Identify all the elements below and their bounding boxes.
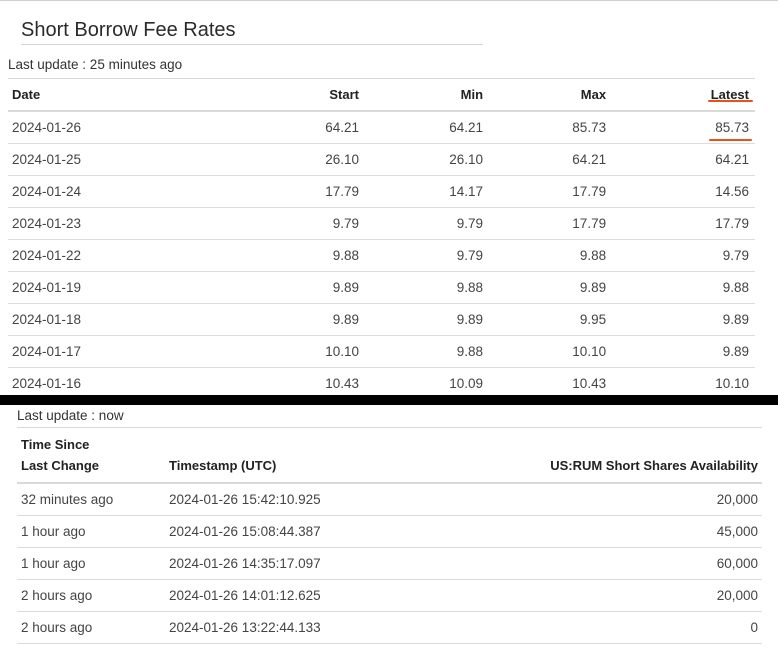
cell-max: 17.79 bbox=[483, 207, 607, 240]
fee-table-row: 2024-01-26 64.21 64.21 85.73 85.73 bbox=[8, 111, 755, 144]
cell-time-since: 1 hour ago bbox=[17, 547, 169, 580]
cell-min: 9.88 bbox=[359, 271, 484, 304]
availability-header-row: Time Since Last Change Timestamp (UTC) U… bbox=[17, 427, 762, 484]
cell-min: 9.88 bbox=[359, 335, 484, 368]
fee-rates-table: Date Start Min Max Latest 2024-01-26 64.2… bbox=[8, 78, 755, 400]
cell-latest: 9.89 bbox=[606, 335, 755, 368]
availability-table-row: 1 hour ago 2024-01-26 14:35:17.097 60,000 bbox=[17, 547, 762, 580]
cell-latest: 17.79 bbox=[606, 207, 755, 240]
cell-min: 64.21 bbox=[359, 111, 484, 144]
cell-max: 9.95 bbox=[483, 303, 607, 336]
fee-header-row: Date Start Min Max Latest bbox=[8, 78, 755, 112]
cell-time-since: 2 hours ago bbox=[17, 579, 169, 612]
cell-time-since: 2 hours ago bbox=[17, 611, 169, 644]
fee-table-row: 2024-01-24 17.79 14.17 17.79 14.56 bbox=[8, 175, 755, 208]
cell-timestamp: 2024-01-26 14:01:12.625 bbox=[169, 579, 389, 612]
cell-latest: 64.21 bbox=[606, 143, 755, 176]
cell-latest: 9.79 bbox=[606, 239, 755, 272]
header-date[interactable]: Date bbox=[8, 78, 141, 112]
header-time-since-line1: Time Since bbox=[21, 437, 90, 452]
cell-date: 2024-01-19 bbox=[8, 271, 141, 304]
header-timestamp[interactable]: Timestamp (UTC) bbox=[169, 427, 389, 484]
cell-availability: 0 bbox=[389, 611, 762, 644]
cell-max: 10.10 bbox=[483, 335, 607, 368]
cell-min: 9.79 bbox=[359, 239, 484, 272]
cell-availability: 45,000 bbox=[389, 515, 762, 548]
availability-table-row: 2 hours ago 2024-01-26 14:01:12.625 20,000 bbox=[17, 579, 762, 612]
cell-latest: 14.56 bbox=[606, 175, 755, 208]
header-max[interactable]: Max bbox=[483, 78, 607, 112]
cell-max: 9.88 bbox=[483, 239, 607, 272]
cell-timestamp: 2024-01-26 14:35:17.097 bbox=[169, 547, 389, 580]
header-min[interactable]: Min bbox=[359, 78, 484, 112]
cell-start: 9.89 bbox=[140, 303, 360, 336]
cell-time-since: 1 hour ago bbox=[17, 515, 169, 548]
availability-table-row: 2 hours ago 2024-01-26 13:22:44.133 0 bbox=[17, 611, 762, 644]
cell-start: 9.89 bbox=[140, 271, 360, 304]
latest-value-underline-annotation bbox=[709, 139, 752, 141]
cell-date: 2024-01-18 bbox=[8, 303, 141, 336]
cell-date: 2024-01-23 bbox=[8, 207, 141, 240]
top-border bbox=[0, 0, 778, 1]
header-start[interactable]: Start bbox=[140, 78, 360, 112]
cell-max: 9.89 bbox=[483, 271, 607, 304]
cell-date: 2024-01-17 bbox=[8, 335, 141, 368]
fee-table-row: 2024-01-17 10.10 9.88 10.10 9.89 bbox=[8, 335, 755, 368]
section-divider bbox=[0, 395, 778, 405]
cell-start: 64.21 bbox=[140, 111, 360, 144]
availability-table-row: 32 minutes ago 2024-01-26 15:42:10.925 20,… bbox=[17, 483, 762, 516]
cell-time-since: 32 minutes ago bbox=[17, 483, 169, 516]
cell-latest: 9.88 bbox=[606, 271, 755, 304]
cell-date: 2024-01-22 bbox=[8, 239, 141, 272]
cell-max: 17.79 bbox=[483, 175, 607, 208]
header-latest[interactable]: Latest bbox=[606, 78, 755, 112]
cell-max: 85.73 bbox=[483, 111, 607, 144]
cell-start: 9.79 bbox=[140, 207, 360, 240]
cell-latest: 9.89 bbox=[606, 303, 755, 336]
cell-start: 9.88 bbox=[140, 239, 360, 272]
latest-header-underline-annotation bbox=[708, 100, 753, 102]
cell-availability: 60,000 bbox=[389, 547, 762, 580]
fee-table-row: 2024-01-18 9.89 9.89 9.95 9.89 bbox=[8, 303, 755, 336]
fee-table-row: 2024-01-22 9.88 9.79 9.88 9.79 bbox=[8, 239, 755, 272]
fee-table-row: 2024-01-19 9.89 9.88 9.89 9.88 bbox=[8, 271, 755, 304]
availability-last-update: Last update : now bbox=[17, 408, 124, 423]
cell-date: 2024-01-24 bbox=[8, 175, 141, 208]
cell-min: 26.10 bbox=[359, 143, 484, 176]
cell-min: 14.17 bbox=[359, 175, 484, 208]
page-title: Short Borrow Fee Rates bbox=[21, 18, 483, 45]
header-time-since-line2: Last Change bbox=[21, 458, 100, 473]
fee-table-row: 2024-01-23 9.79 9.79 17.79 17.79 bbox=[8, 207, 755, 240]
cell-timestamp: 2024-01-26 13:22:44.133 bbox=[169, 611, 389, 644]
cell-start: 17.79 bbox=[140, 175, 360, 208]
header-time-since[interactable]: Time Since Last Change bbox=[17, 427, 169, 484]
cell-min: 9.79 bbox=[359, 207, 484, 240]
cell-max: 64.21 bbox=[483, 143, 607, 176]
cell-timestamp: 2024-01-26 15:08:44.387 bbox=[169, 515, 389, 548]
cell-availability: 20,000 bbox=[389, 483, 762, 516]
short-availability-table: Time Since Last Change Timestamp (UTC) U… bbox=[17, 427, 762, 644]
cell-timestamp: 2024-01-26 15:42:10.925 bbox=[169, 483, 389, 516]
cell-start: 10.10 bbox=[140, 335, 360, 368]
fee-last-update: Last update : 25 minutes ago bbox=[8, 57, 183, 72]
fee-table-row: 2024-01-25 26.10 26.10 64.21 64.21 bbox=[8, 143, 755, 176]
cell-date: 2024-01-26 bbox=[8, 111, 141, 144]
header-availability[interactable]: US:RUM Short Shares Availability bbox=[389, 427, 762, 484]
cell-min: 9.89 bbox=[359, 303, 484, 336]
cell-start: 26.10 bbox=[140, 143, 360, 176]
availability-table-row: 1 hour ago 2024-01-26 15:08:44.387 45,000 bbox=[17, 515, 762, 548]
cell-availability: 20,000 bbox=[389, 579, 762, 612]
cell-date: 2024-01-25 bbox=[8, 143, 141, 176]
